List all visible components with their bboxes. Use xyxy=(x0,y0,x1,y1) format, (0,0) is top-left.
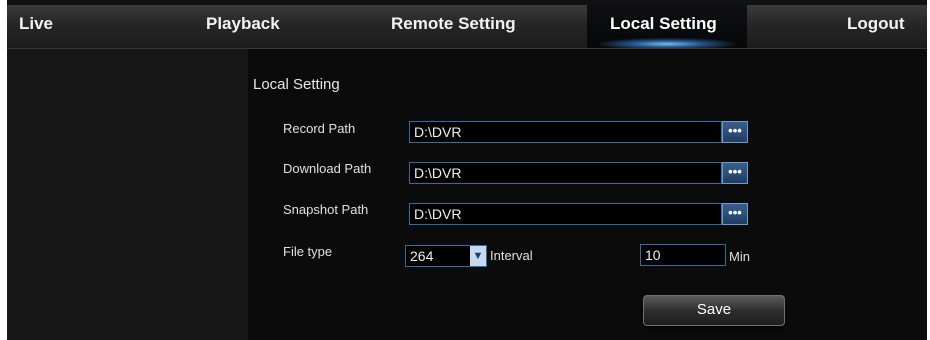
snapshot-path-label: Snapshot Path xyxy=(283,202,369,217)
nav-logout[interactable]: Logout xyxy=(847,5,905,48)
interval-unit: Min xyxy=(729,249,750,264)
interval-input[interactable]: 10 xyxy=(640,244,726,266)
chevron-down-icon[interactable]: ▼ xyxy=(470,246,486,266)
top-nav-bar: Live Playback Remote Setting Local Setti… xyxy=(7,5,927,49)
record-path-label: Record Path xyxy=(283,121,356,136)
record-path-browse-button[interactable]: ••• xyxy=(722,121,748,143)
nav-playback[interactable]: Playback xyxy=(206,5,280,48)
record-path-input[interactable]: D:\DVR xyxy=(409,121,722,143)
download-path-input[interactable]: D:\DVR xyxy=(409,162,722,184)
save-button[interactable]: Save xyxy=(643,295,785,326)
file-type-value: 264 xyxy=(410,248,434,264)
nav-remote-setting[interactable]: Remote Setting xyxy=(391,5,516,48)
nav-live[interactable]: Live xyxy=(19,5,53,48)
nav-local-setting[interactable]: Local Setting xyxy=(610,5,717,48)
left-panel xyxy=(7,49,248,340)
settings-panel xyxy=(248,49,927,340)
download-path-label: Download Path xyxy=(283,161,372,176)
snapshot-path-browse-button[interactable]: ••• xyxy=(722,203,748,225)
file-type-label: File type xyxy=(283,244,333,259)
section-title: Local Setting xyxy=(253,76,340,93)
file-type-select[interactable]: 264 ▼ xyxy=(405,245,487,267)
download-path-browse-button[interactable]: ••• xyxy=(722,162,748,184)
interval-label: Interval xyxy=(490,248,533,263)
snapshot-path-input[interactable]: D:\DVR xyxy=(409,203,722,225)
